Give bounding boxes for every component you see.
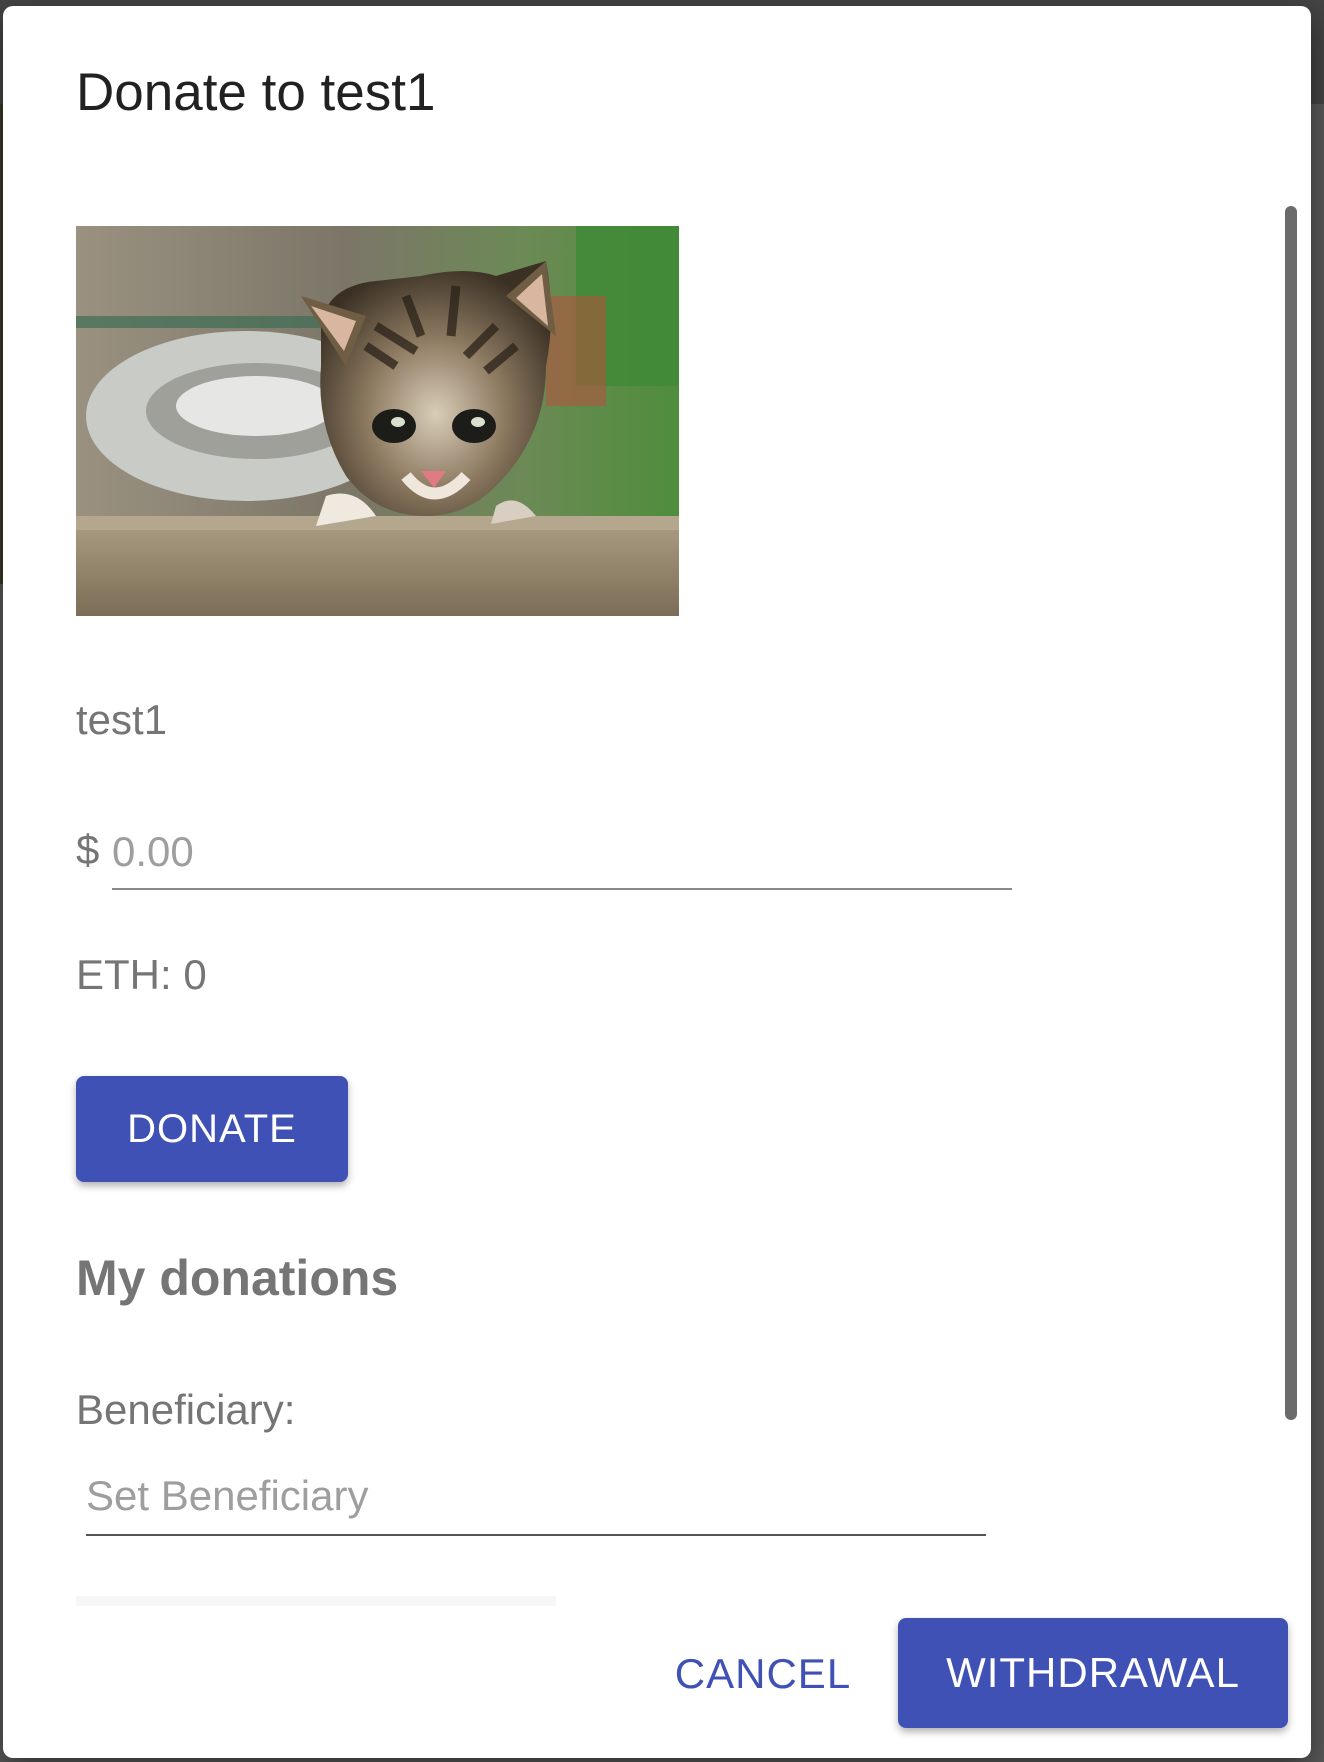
currency-symbol: $ xyxy=(76,826,100,873)
dialog-actions: CANCEL WITHDRAWAL xyxy=(3,1606,1311,1758)
scrollbar-thumb[interactable] xyxy=(1285,206,1297,1420)
dialog-content[interactable]: test1 $ ETH: 0 DONATE My donations Benef… xyxy=(3,186,1311,1606)
beneficiary-input[interactable] xyxy=(86,1458,986,1536)
amount-field: $ xyxy=(76,816,1016,896)
my-donations-heading: My donations xyxy=(76,1250,399,1306)
donate-button[interactable]: DONATE xyxy=(76,1076,348,1182)
cancel-button[interactable]: CANCEL xyxy=(653,1624,873,1724)
kitten-photo xyxy=(76,226,679,616)
scrollbar[interactable] xyxy=(1285,206,1301,1426)
amount-input[interactable] xyxy=(112,816,1012,890)
withdrawal-button[interactable]: WITHDRAWAL xyxy=(898,1618,1288,1728)
dialog-title: Donate to test1 xyxy=(76,63,436,122)
cause-name: test1 xyxy=(76,696,168,743)
content-overflow-hint xyxy=(76,1596,556,1606)
eth-amount: ETH: 0 xyxy=(76,951,207,998)
donate-dialog: Donate to test1 test1 $ 0.00 ETH: 0 DONA… xyxy=(3,6,1311,1758)
beneficiary-label: Beneficiary: xyxy=(76,1386,296,1433)
